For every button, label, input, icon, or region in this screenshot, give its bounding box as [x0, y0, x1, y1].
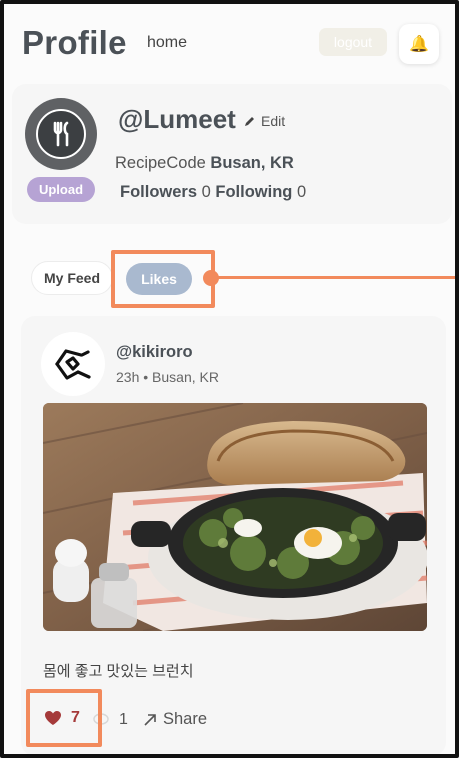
comment-count: 1	[119, 711, 128, 728]
phone-frame: Profile home logout 🔔 Upload @Lumeet Edi…	[0, 0, 459, 758]
upload-button[interactable]: Upload	[27, 177, 95, 202]
meta-separator: •	[143, 369, 153, 385]
annotation-highlight-like	[26, 689, 102, 747]
post-time: 23h	[116, 369, 140, 385]
share-button[interactable]: Share	[143, 710, 207, 729]
bell-icon: 🔔	[409, 36, 429, 53]
pencil-icon	[245, 117, 254, 126]
post-username[interactable]: @kikiroro	[116, 343, 193, 362]
followers-count: 0	[201, 183, 211, 201]
post-author-avatar[interactable]	[41, 332, 105, 396]
profile-avatar[interactable]	[25, 98, 97, 170]
profile-card: Upload @Lumeet Edit RecipeCode Busan, KR…	[12, 84, 452, 224]
edit-label: Edit	[261, 113, 286, 129]
site-name: RecipeCode	[115, 154, 206, 172]
notification-button[interactable]: 🔔	[399, 24, 439, 64]
profile-username: @Lumeet	[118, 104, 236, 134]
home-link[interactable]: home	[147, 34, 187, 52]
tab-my-feed[interactable]: My Feed	[31, 261, 113, 295]
post-location: Busan, KR	[152, 369, 219, 385]
post-meta: 23h • Busan, KR	[116, 369, 219, 385]
author-logo-icon	[55, 349, 91, 380]
profile-location: Busan, KR	[210, 154, 294, 172]
post-image[interactable]	[43, 403, 427, 631]
followers-label[interactable]: Followers	[120, 183, 197, 201]
annotation-callout-dot	[203, 270, 219, 286]
top-bar: Profile home logout 🔔	[4, 4, 455, 82]
annotation-highlight-likes	[111, 250, 215, 308]
following-count: 0	[296, 183, 307, 201]
follow-stats: Followers 0 Following 0	[120, 183, 306, 202]
logout-button[interactable]: logout	[319, 28, 387, 56]
post-caption: 몸에 좋고 맛있는 브런치	[43, 663, 194, 680]
page-title: Profile	[22, 24, 127, 61]
fork-knife-icon	[53, 121, 69, 147]
annotation-callout-line	[216, 276, 455, 279]
share-arrow-icon	[144, 713, 156, 726]
following-label[interactable]: Following	[215, 183, 292, 201]
profile-info: RecipeCode Busan, KR	[115, 154, 294, 173]
share-label: Share	[163, 710, 208, 728]
edit-profile-link[interactable]: Edit	[244, 113, 285, 129]
brunch-photo	[43, 403, 427, 631]
